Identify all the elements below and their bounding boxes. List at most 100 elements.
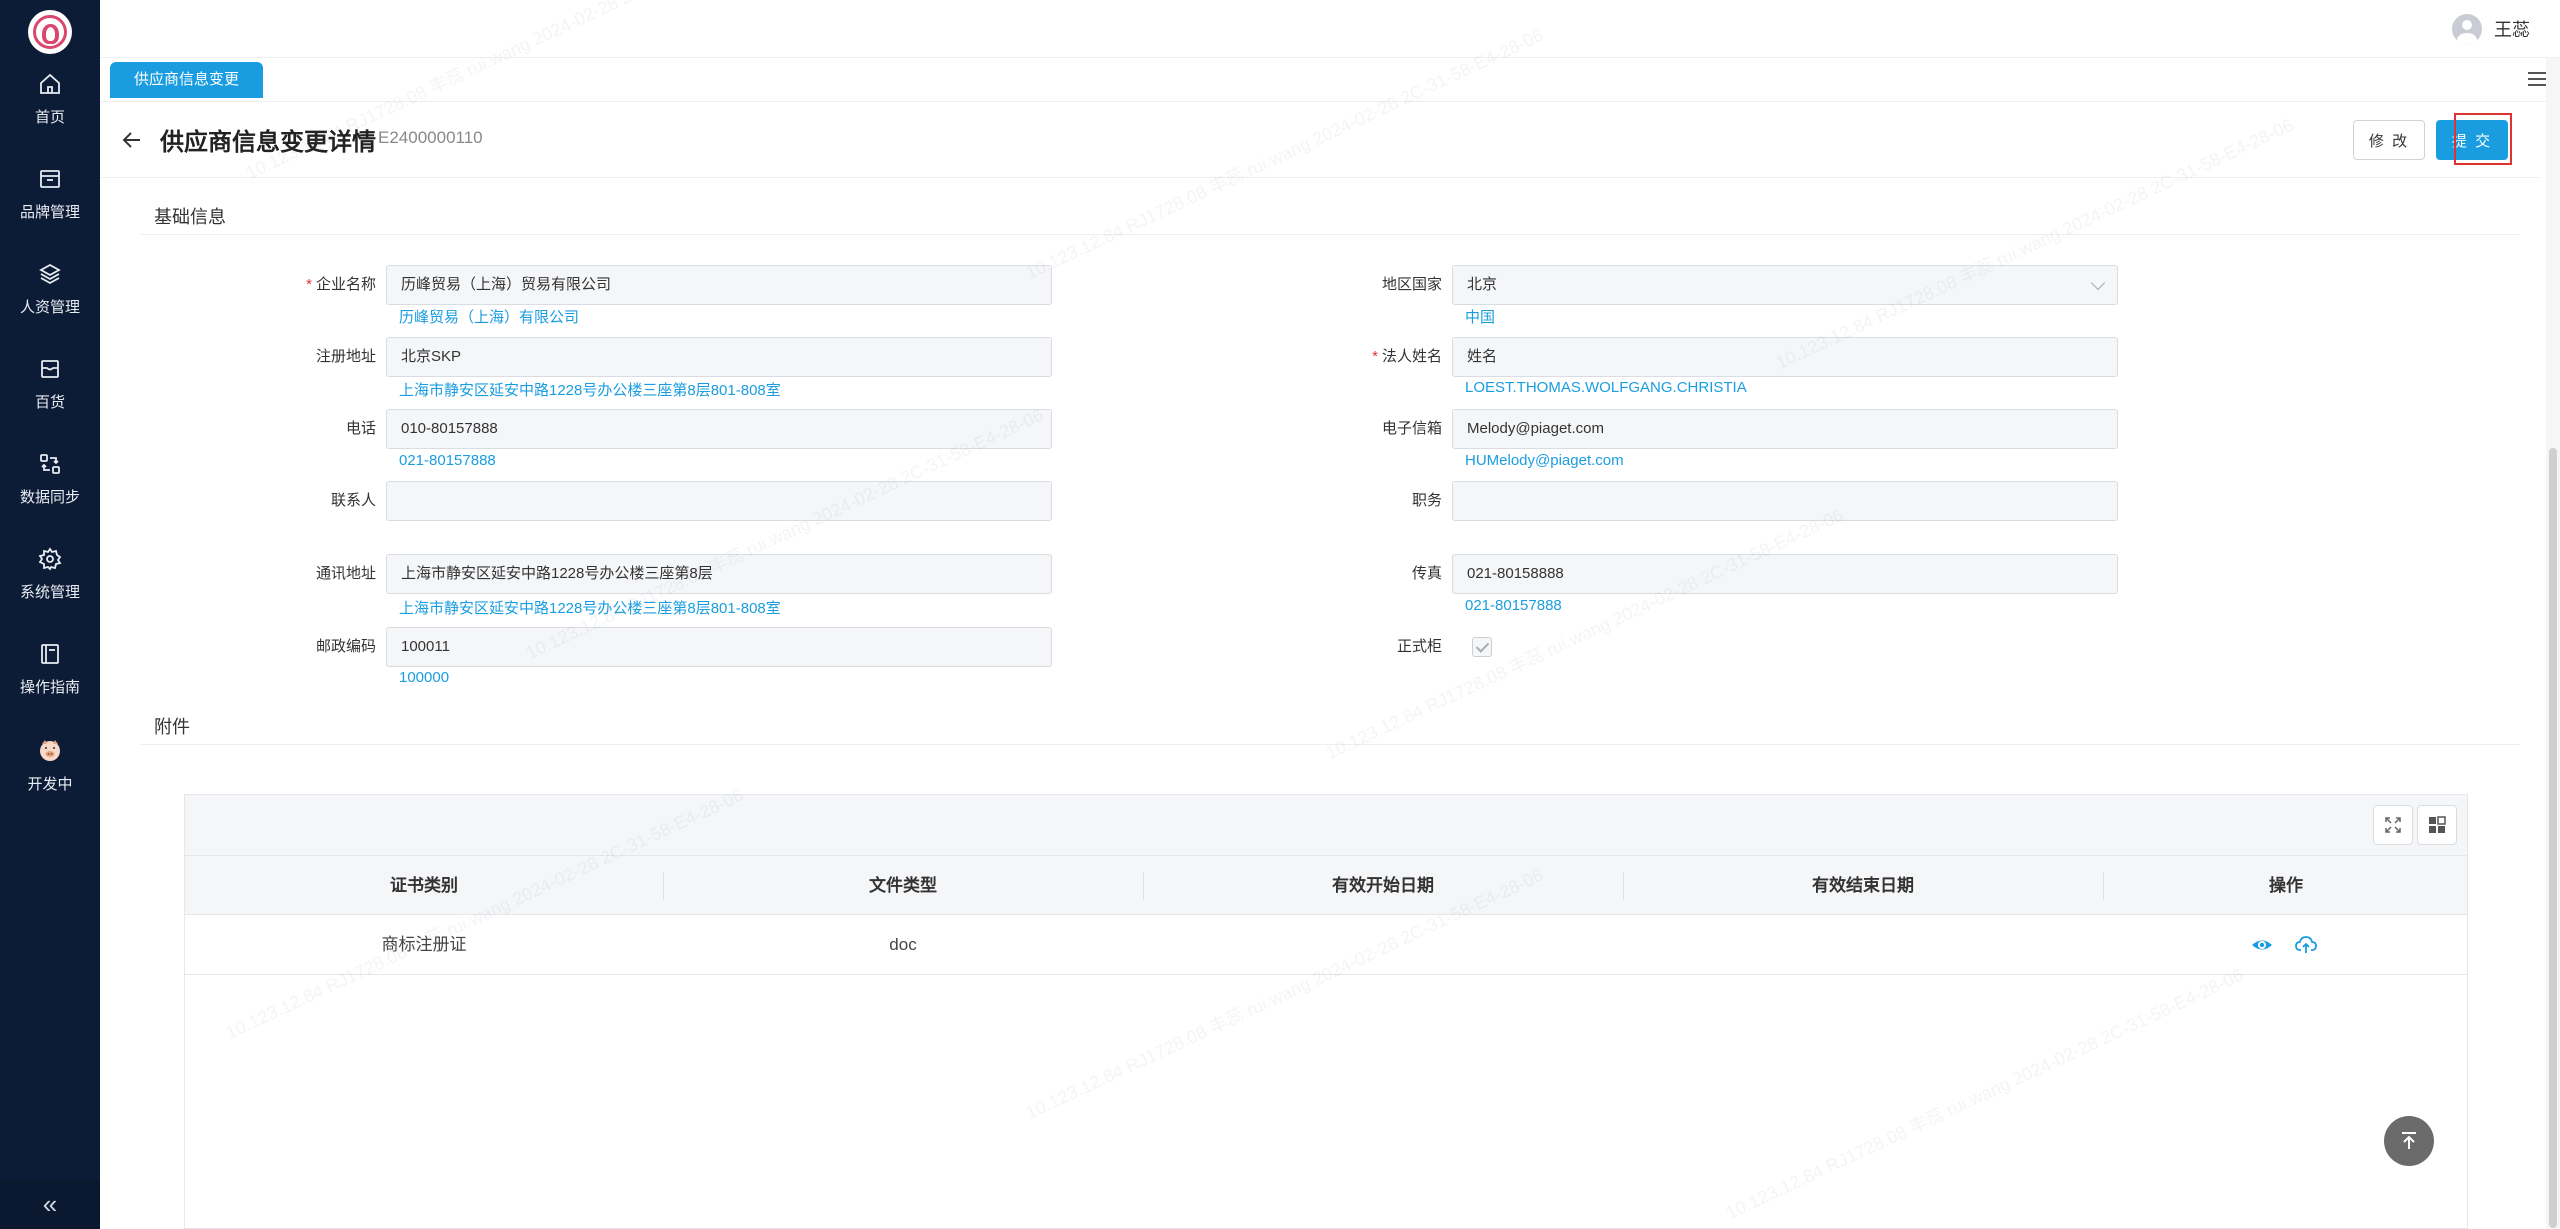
section-title-basic-info: 基础信息 [154, 207, 226, 227]
phone-field[interactable]: 010-80157888 [386, 409, 1052, 449]
email-original: HUMelody@piaget.com [1465, 452, 1624, 469]
required-marker: * [306, 276, 312, 293]
column-header: 有效开始日期 [1332, 876, 1434, 895]
column-header: 有效结束日期 [1812, 876, 1914, 895]
phone-original: 021-80157888 [399, 452, 496, 469]
page-header: 供应商信息变更详情 E2400000110 修 改 提 交 [100, 102, 2540, 178]
attachments-table: 证书类别 文件类型 有效开始日期 有效结束日期 操作 商标注册证 doc [184, 794, 2468, 1229]
required-marker: * [1372, 348, 1378, 365]
sidebar-item-label: 人资管理 [19, 299, 80, 316]
fax-field[interactable]: 021-80158888 [1452, 554, 2118, 594]
sidebar-item-label: 品牌管理 [19, 204, 80, 221]
fullscreen-button[interactable] [2373, 805, 2413, 845]
cloud-upload-icon[interactable] [2295, 935, 2317, 955]
mail-address-label: 通讯地址 [315, 565, 376, 582]
sidebar-item-system[interactable]: 系统管理 [0, 547, 100, 627]
scrollbar-thumb[interactable] [2549, 448, 2557, 1228]
double-chevron-left-icon: « [42, 1188, 58, 1219]
column-settings-button[interactable] [2417, 805, 2457, 845]
contact-field[interactable] [386, 481, 1052, 521]
sidebar-item-guide[interactable]: 操作指南 [0, 642, 100, 722]
position-field[interactable] [1452, 481, 2118, 521]
table-row: 商标注册证 doc [185, 915, 2467, 975]
eye-icon[interactable] [2251, 935, 2273, 955]
book-icon [41, 644, 59, 664]
legal-name-original: LOEST.THOMAS.WOLFGANG.CHRISTIA [1465, 379, 1747, 396]
back-arrow-icon[interactable] [120, 128, 144, 152]
official-counter-checkbox[interactable] [1472, 637, 1492, 657]
home-icon [40, 73, 60, 94]
grid-icon [2429, 816, 2446, 833]
page-scrollbar[interactable] [2546, 58, 2560, 1229]
cell-category: 商标注册证 [381, 935, 467, 954]
avatar [2452, 14, 2482, 44]
sidebar-item-brand[interactable]: 品牌管理 [0, 167, 100, 247]
table-header: 证书类别 文件类型 有效开始日期 有效结束日期 操作 [185, 855, 2467, 915]
store-icon [41, 360, 59, 378]
sync-icon [40, 454, 60, 474]
fullscreen-icon [2385, 817, 2401, 833]
sidebar-collapse-button[interactable]: « [0, 1179, 100, 1229]
table-toolbar [185, 795, 2467, 855]
contact-label: 联系人 [330, 492, 376, 509]
region-label: 地区国家 [1381, 276, 1442, 293]
sidebar-item-data-sync[interactable]: 数据同步 [0, 452, 100, 532]
user-menu[interactable]: 王蕊 [2452, 14, 2530, 44]
sidebar: 首页 品牌管理 人资管理 百货 数据同步 系统管理 操作指南 开发中 « [0, 0, 100, 1229]
app-logo[interactable] [28, 10, 72, 54]
cell-file-type: doc [889, 935, 917, 954]
edit-button[interactable]: 修 改 [2353, 120, 2425, 160]
tabs-bar: 供应商信息变更 [100, 58, 2560, 102]
mail-address-original: 上海市静安区延安中路1228号办公楼三座第8层801-808室 [399, 600, 781, 617]
user-name: 王蕊 [2494, 20, 2530, 40]
position-label: 职务 [1411, 492, 1442, 509]
reg-address-label: 注册地址 [315, 348, 376, 365]
sidebar-item-label: 系统管理 [19, 584, 80, 601]
chevron-down-icon [2090, 275, 2106, 291]
fax-label: 传真 [1411, 565, 1442, 582]
sidebar-item-label: 操作指南 [19, 679, 80, 696]
reg-address-original: 上海市静安区延安中路1228号办公楼三座第8层801-808室 [399, 382, 781, 399]
section-title-attachments: 附件 [154, 717, 190, 737]
column-header: 操作 [2269, 876, 2303, 895]
cell-start-date [1143, 915, 1623, 975]
column-header: 证书类别 [390, 876, 458, 895]
section-divider [140, 234, 2520, 235]
fax-original: 021-80157888 [1465, 597, 1562, 614]
sidebar-item-home[interactable]: 首页 [0, 72, 100, 152]
top-header: 王蕊 [100, 0, 2560, 58]
postcode-original: 100000 [399, 669, 450, 686]
sidebar-item-label: 数据同步 [19, 489, 80, 506]
document-code: E2400000110 [378, 128, 483, 147]
reg-address-field[interactable]: 北京SKP [386, 337, 1052, 377]
sidebar-item-label: 百货 [34, 394, 65, 411]
official-counter-label: 正式柜 [1396, 638, 1442, 655]
sidebar-item-department-store[interactable]: 百货 [0, 357, 100, 437]
email-label: 电子信箱 [1381, 420, 1442, 437]
cell-end-date [1623, 915, 2103, 975]
sidebar-item-hr[interactable]: 人资管理 [0, 262, 100, 342]
sidebar-item-label: 开发中 [27, 776, 73, 793]
section-divider [140, 744, 2520, 745]
legal-name-field[interactable]: 姓名 [1452, 337, 2118, 377]
brand-icon [40, 170, 60, 188]
sidebar-item-in-development[interactable]: 开发中 [0, 737, 100, 817]
mail-address-field[interactable]: 上海市静安区延安中路1228号办公楼三座第8层 [386, 554, 1052, 594]
company-name-label: * 企业名称 [306, 276, 376, 293]
phone-label: 电话 [345, 420, 376, 437]
pig-icon [40, 740, 60, 761]
page-title: 供应商信息变更详情 [160, 129, 376, 156]
region-select[interactable]: 北京 [1452, 265, 2118, 305]
email-field[interactable]: Melody@piaget.com [1452, 409, 2118, 449]
gear-icon [38, 547, 62, 571]
region-original: 中国 [1465, 309, 1496, 326]
column-header: 文件类型 [869, 876, 937, 895]
tab-supplier-info-change[interactable]: 供应商信息变更 [110, 62, 264, 98]
postcode-label: 邮政编码 [315, 638, 376, 655]
arrow-up-to-top-icon [2402, 1132, 2416, 1149]
company-name-field[interactable]: 历峰贸易（上海）贸易有限公司 [386, 265, 1052, 305]
region-value: 北京 [1467, 276, 1498, 293]
back-to-top-button[interactable] [2384, 1116, 2434, 1166]
postcode-field[interactable]: 100011 [386, 627, 1052, 667]
highlight-box [2454, 113, 2512, 165]
